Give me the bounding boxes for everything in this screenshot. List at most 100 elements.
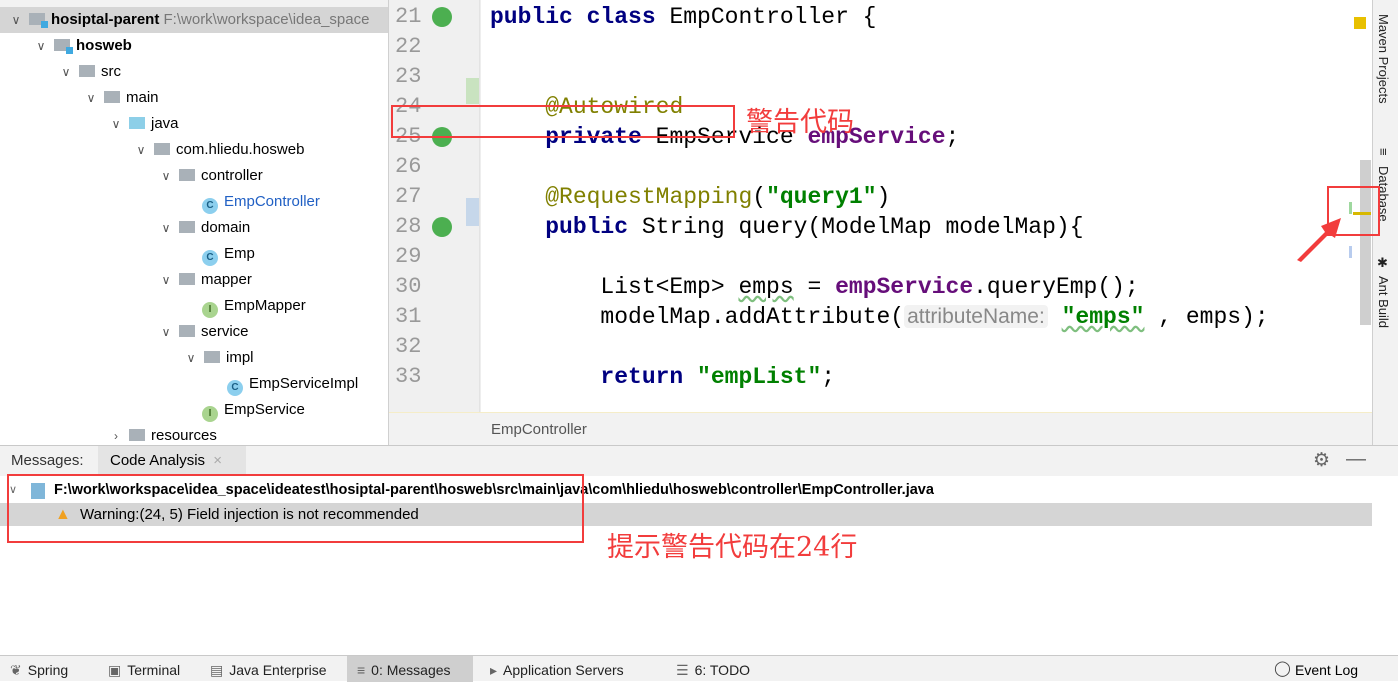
class-bean-icon[interactable] (432, 7, 452, 27)
chevron-down-icon[interactable]: ∨ (9, 7, 23, 33)
class-icon: C (227, 380, 243, 396)
code-line[interactable]: @RequestMapping("query1") (490, 182, 890, 212)
tree-item-domain[interactable]: ∨ domain (0, 215, 388, 241)
code-token: ; (821, 364, 836, 390)
tree-item-label: EmpService (224, 401, 305, 418)
tree-item-resources[interactable]: › resources (0, 423, 388, 445)
code-token: attributeName: (904, 305, 1048, 328)
tree-item-emp[interactable]: C Emp (0, 241, 388, 267)
tree-item-label: service (201, 323, 249, 340)
tool-tab-label: Terminal (127, 662, 181, 678)
change-marker (466, 198, 479, 226)
tree-item-label: EmpMapper (224, 297, 306, 314)
tree-item-label: hosiptal-parent (51, 11, 160, 28)
code-line[interactable]: modelMap.addAttribute(attributeName: "em… (490, 302, 1269, 332)
line-number: 33 (395, 364, 422, 389)
tree-item-controller[interactable]: ∨ controller (0, 163, 388, 189)
tree-item-src[interactable]: ∨ src (0, 59, 388, 85)
tree-item-main[interactable]: ∨ main (0, 85, 388, 111)
tree-item-mapper[interactable]: ∨ mapper (0, 267, 388, 293)
tool-tab-spring[interactable]: ❦ Spring (0, 656, 86, 682)
tool-tab-label: 6: TODO (694, 662, 751, 678)
folder-icon (104, 91, 120, 103)
messages-header: Messages: Code Analysis × ⚙ — (0, 446, 1398, 476)
chevron-down-icon[interactable]: ∨ (34, 33, 48, 59)
tool-window-bar: ❦ Spring ▣ Terminal ▤ Java Enterprise ≡ 0: Mess… (0, 655, 1398, 682)
code-token: .queryEmp(); (973, 274, 1139, 300)
scrollbar[interactable] (1360, 160, 1371, 325)
code-token: ( (752, 184, 767, 210)
tree-item-empmapper[interactable]: I EmpMapper (0, 293, 388, 319)
tool-tab-messages[interactable]: ≡ 0: Messages (347, 656, 473, 682)
request-mapping-icon[interactable] (432, 217, 452, 237)
tool-maven-projects[interactable]: Maven Projects (1376, 14, 1391, 104)
chevron-down-icon[interactable]: ∨ (109, 111, 123, 137)
tab-code-analysis[interactable]: Code Analysis × (98, 446, 246, 476)
tree-item-java[interactable]: ∨ java (0, 111, 388, 137)
close-icon[interactable]: × (213, 452, 222, 469)
change-marker (466, 78, 479, 104)
tree-item-impl[interactable]: ∨ impl (0, 345, 388, 371)
minimize-icon[interactable]: — (1346, 448, 1366, 471)
code-token: ; (945, 124, 960, 150)
code-token: ) (876, 184, 891, 210)
code-editor[interactable]: 21 22 23 24 25 26 27 28 29 30 31 32 33 public class … (389, 0, 1372, 412)
tool-tab-label: Java Enterprise (229, 662, 327, 678)
tool-tab-todo[interactable]: ☰ 6: TODO (666, 656, 761, 682)
interface-icon: I (202, 302, 218, 318)
line-number: 30 (395, 274, 422, 299)
code-line[interactable]: public String query(ModelMap modelMap){ (490, 212, 1083, 242)
breadcrumb[interactable]: EmpController (389, 412, 1372, 445)
tree-item-com-hliedu-hosweb[interactable]: ∨ com.hliedu.hosweb (0, 137, 388, 163)
app-servers-icon: ▸ (490, 662, 498, 678)
chevron-down-icon[interactable]: ∨ (159, 319, 173, 345)
chevron-right-icon[interactable]: › (109, 423, 123, 445)
code-token: class (586, 4, 670, 30)
package-icon (179, 273, 195, 285)
class-icon: C (202, 250, 218, 266)
tree-item-hosweb[interactable]: ∨ hosweb (0, 33, 388, 59)
code-token: List<Emp> (490, 274, 739, 300)
chevron-down-icon[interactable]: ∨ (184, 345, 198, 371)
tree-item-empservice[interactable]: I EmpService (0, 397, 388, 423)
tree-item-label: EmpController (224, 193, 320, 210)
chevron-down-icon[interactable]: ∨ (59, 59, 73, 85)
code-line[interactable]: return "empList"; (490, 362, 835, 392)
tool-tab-terminal[interactable]: ▣ Terminal (98, 656, 198, 682)
code-token: , emps); (1144, 304, 1269, 330)
chevron-down-icon[interactable]: ∨ (159, 215, 173, 241)
tree-item-path: F:\work\workspace\idea_space (163, 11, 370, 28)
folder-icon (129, 429, 145, 441)
line-number: 22 (395, 34, 422, 59)
interface-icon: I (202, 406, 218, 422)
messages-icon: ≡ (357, 662, 366, 678)
chevron-down-icon[interactable]: ∨ (84, 85, 98, 111)
tool-ant-build[interactable]: Ant Build (1376, 276, 1391, 328)
event-log-button[interactable]: Event Log (1295, 662, 1358, 678)
terminal-icon: ▣ (108, 662, 122, 678)
tree-item-empserviceimpl[interactable]: C EmpServiceImpl (0, 371, 388, 397)
chevron-down-icon[interactable]: ∨ (134, 137, 148, 163)
tool-tab-label: 0: Messages (371, 662, 451, 678)
tool-tab-java-enterprise[interactable]: ▤ Java Enterprise (200, 656, 345, 682)
gear-icon[interactable]: ⚙ (1313, 449, 1330, 472)
line-number: 23 (395, 64, 422, 89)
code-token: "emps" (1061, 304, 1145, 330)
code-line[interactable]: public class EmpController { (490, 2, 877, 32)
code-token: public (545, 214, 642, 240)
tool-tab-app-servers[interactable]: ▸ Application Servers (480, 656, 660, 682)
tree-item-hosiptal-parent[interactable]: ∨ hosiptal-parent F:\work\workspace\idea_… (0, 7, 388, 33)
package-icon (179, 325, 195, 337)
chevron-down-icon[interactable]: ∨ (159, 163, 173, 189)
tree-item-empcontroller[interactable]: C EmpController (0, 189, 388, 215)
annotation-panel-note: 提示警告代码在24行 (607, 532, 858, 563)
tree-item-label: EmpServiceImpl (249, 375, 359, 392)
chevron-down-icon[interactable]: ∨ (159, 267, 173, 293)
warning-indicator-icon[interactable] (1354, 17, 1366, 29)
tree-item-service[interactable]: ∨ service (0, 319, 388, 345)
annotation-code-note: 警告代码 (746, 107, 854, 138)
code-line[interactable]: List<Emp> emps = empService.queryEmp(); (490, 272, 1139, 302)
